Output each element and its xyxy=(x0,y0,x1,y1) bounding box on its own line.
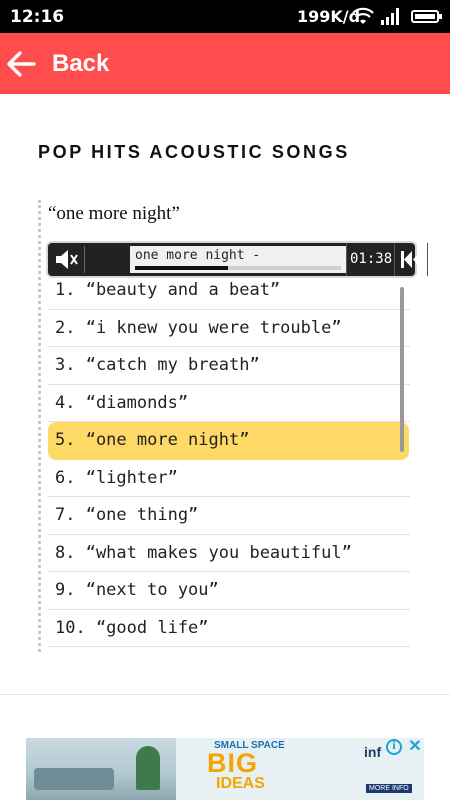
progress-bar[interactable] xyxy=(135,266,341,270)
playlist-item[interactable]: 3. “catch my breath” xyxy=(48,347,409,385)
status-bar: 12:16 199K/d xyxy=(0,0,450,33)
ad-more-info[interactable]: MORE INFO xyxy=(366,784,412,793)
page-title: POP HITS ACOUSTIC SONGS xyxy=(38,142,350,162)
battery-icon xyxy=(411,10,442,23)
playlist-item[interactable]: 8. “what makes you beautiful” xyxy=(48,535,409,572)
playlist-item[interactable]: 6. “lighter” xyxy=(48,460,409,497)
pause-icon[interactable] xyxy=(434,249,448,270)
ad-close-icon[interactable]: ✕ xyxy=(407,738,423,756)
content-border xyxy=(38,200,41,652)
playlist-item[interactable]: 2. “i knew you were trouble” xyxy=(48,310,409,347)
divider xyxy=(0,694,450,695)
app-bar: Back xyxy=(0,33,450,94)
playlist-item[interactable]: 4. “diamonds” xyxy=(48,385,409,422)
network-speed: 199K/d xyxy=(297,7,361,26)
ad-room-image xyxy=(26,738,176,800)
track-display: one more night - xyxy=(130,246,346,273)
back-button[interactable]: Back xyxy=(52,50,109,78)
playlist-item[interactable]: 9. “next to you” xyxy=(48,572,409,610)
track-name: one more night - xyxy=(135,248,261,263)
playlist: 1. “beauty and a beat” 2. “i knew you we… xyxy=(48,272,409,647)
playlist-item[interactable]: 7. “one thing” xyxy=(48,497,409,535)
ad-banner[interactable]: SMALL SPACE BIG IDEAS inf MORE INFO i ✕ xyxy=(26,738,424,800)
back-arrow-icon[interactable] xyxy=(6,50,36,78)
playlist-item[interactable]: 1. “beauty and a beat” xyxy=(48,272,409,310)
playlist-scrollbar[interactable] xyxy=(400,287,404,452)
progress-fill xyxy=(135,266,228,270)
ad-info-icon[interactable]: i xyxy=(386,739,402,755)
ad-ideas-text: IDEAS xyxy=(216,775,265,792)
now-playing-title: “one more night” xyxy=(48,203,180,224)
status-time: 12:16 xyxy=(10,7,65,27)
signal-icon xyxy=(381,8,399,25)
playlist-item[interactable]: 10. “good life” xyxy=(48,610,409,647)
mute-icon[interactable] xyxy=(52,246,80,273)
ad-logo: inf xyxy=(364,744,382,760)
wifi-icon xyxy=(352,7,374,24)
playlist-item-active[interactable]: 5. “one more night” xyxy=(48,422,409,460)
elapsed-time: 01:38 xyxy=(350,251,393,267)
previous-icon[interactable] xyxy=(400,250,422,269)
